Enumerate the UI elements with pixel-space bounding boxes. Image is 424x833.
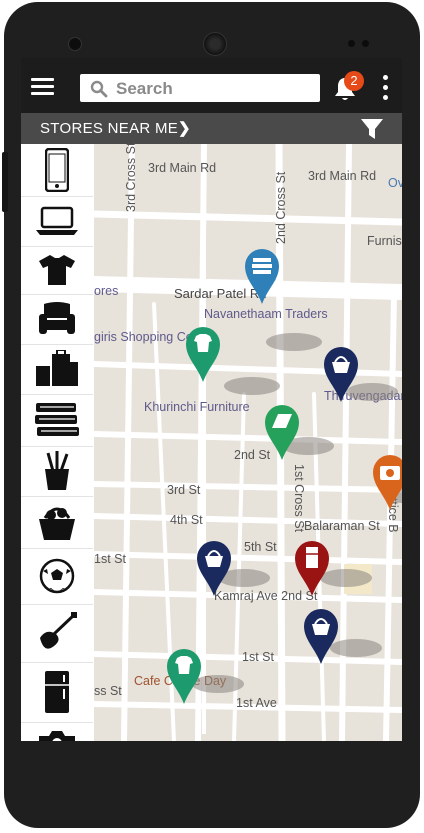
category-luggage[interactable] — [21, 344, 93, 395]
overflow-menu-icon[interactable] — [383, 75, 389, 105]
search-input[interactable]: Search — [80, 74, 320, 102]
place-label: ores — [94, 284, 119, 298]
category-appliances[interactable] — [21, 662, 93, 723]
category-books[interactable] — [21, 394, 93, 447]
top-app-bar: Search 2 — [21, 58, 402, 113]
place-label: giris Shopping Ce — [94, 330, 193, 344]
armchair-icon — [39, 302, 75, 334]
tshirt-icon — [39, 255, 75, 285]
camera-icon — [39, 731, 75, 741]
category-clothing[interactable] — [21, 246, 93, 295]
football-icon — [39, 558, 75, 594]
laptop-icon — [36, 206, 78, 235]
search-placeholder: Search — [116, 79, 173, 98]
road-label: Ov — [388, 176, 402, 190]
road-label: 4th St — [170, 513, 203, 527]
earpiece-speaker — [203, 32, 227, 56]
road-label: 1st St — [242, 650, 274, 664]
road-label: Balaraman St — [304, 519, 380, 533]
light-sensor — [362, 40, 369, 47]
store-pin-books[interactable] — [244, 248, 280, 309]
road-label: 3rd Main Rd — [148, 161, 217, 175]
refrigerator-icon — [45, 671, 69, 713]
road-label: 3rd Cross St — [124, 142, 138, 212]
category-music[interactable] — [21, 604, 93, 663]
category-sidebar — [21, 144, 94, 741]
category-smartphones[interactable] — [21, 144, 93, 197]
stores-near-me-title: STORES NEAR ME — [40, 120, 179, 137]
category-grocery[interactable] — [21, 496, 93, 549]
proximity-sensor — [348, 40, 355, 47]
category-sports[interactable] — [21, 548, 93, 605]
road-label: ss St — [94, 684, 122, 698]
road-label: 3rd St — [167, 483, 201, 497]
store-pin-grocery[interactable] — [303, 608, 339, 669]
chevron-right-icon[interactable]: ❯ — [178, 119, 191, 137]
store-pin-books[interactable] — [242, 306, 322, 357]
luggage-icon — [36, 350, 78, 386]
search-icon — [90, 80, 108, 98]
store-pin-clothing[interactable] — [166, 648, 202, 709]
front-camera — [68, 37, 82, 51]
filter-icon[interactable] — [360, 118, 384, 140]
guitar-icon — [40, 612, 77, 649]
category-furniture[interactable] — [21, 294, 93, 345]
road-label: 5th St — [244, 540, 277, 554]
store-pin-refrigerator[interactable] — [294, 540, 330, 601]
smartphone-icon — [45, 148, 69, 192]
app-screen: Search 2 STORES NEAR ME ❯ 3rd Main Rd 3r… — [21, 58, 402, 741]
stores-near-me-bar: STORES NEAR ME ❯ — [21, 113, 402, 144]
store-map[interactable]: 3rd Main Rd 3rd Main Rd 3rd Cross St 2nd… — [94, 142, 402, 741]
books-icon — [35, 403, 79, 436]
category-cameras[interactable] — [21, 722, 93, 741]
store-pin-camera[interactable] — [372, 454, 402, 515]
store-pin-clothing[interactable] — [185, 326, 221, 387]
stationery-icon — [45, 451, 69, 490]
store-pin-laptops[interactable] — [264, 404, 300, 465]
road-label: 2nd Cross St — [274, 171, 288, 244]
road-label: Furnis — [367, 234, 402, 248]
category-stationery[interactable] — [21, 446, 93, 497]
road-label: 1st St — [94, 552, 126, 566]
grocery-basket-icon — [39, 507, 75, 540]
notification-badge: 2 — [344, 71, 364, 91]
volume-button — [2, 152, 8, 212]
hamburger-menu-icon[interactable] — [31, 78, 54, 96]
category-laptops[interactable] — [21, 196, 93, 247]
road-label: 3rd Main Rd — [308, 169, 377, 183]
store-pin-grocery[interactable] — [323, 346, 359, 407]
store-pin-grocery[interactable] — [196, 540, 232, 601]
